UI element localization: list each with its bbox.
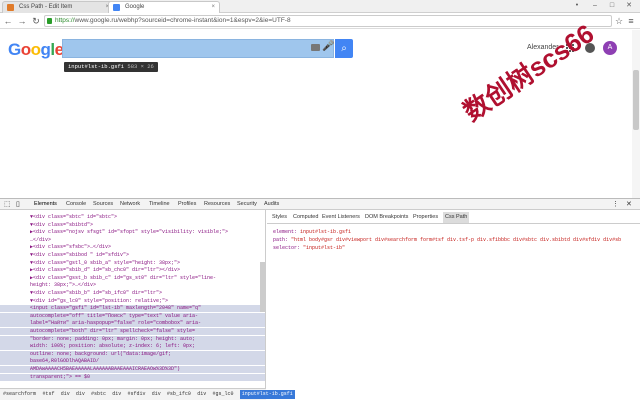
lock-icon bbox=[47, 18, 52, 24]
close-tab-icon[interactable]: × bbox=[211, 2, 215, 13]
reload-button[interactable]: ↻ bbox=[30, 15, 42, 27]
tab-properties[interactable]: Properties bbox=[413, 212, 438, 223]
tab-css-path[interactable]: Css Path - Edit Item × bbox=[2, 1, 114, 13]
avatar[interactable]: A bbox=[603, 41, 617, 55]
breadcrumb-item[interactable]: div bbox=[76, 390, 85, 399]
css-path-path-line: path: "html body#gsr div#viewport div#se… bbox=[273, 237, 622, 243]
address-bar[interactable]: https://www.google.ru/webhp?sourceid=chr… bbox=[44, 15, 612, 27]
breadcrumb-item[interactable]: div bbox=[61, 390, 70, 399]
google-logo[interactable]: Google bbox=[8, 40, 64, 60]
tooltip-selector: input#lst-ib.gsfi bbox=[68, 63, 125, 70]
tab-audits[interactable]: Audits bbox=[264, 199, 279, 210]
user-icon[interactable]: • bbox=[570, 1, 584, 11]
tab-title: Google bbox=[125, 4, 145, 10]
breadcrumb-item[interactable]: #sfdiv bbox=[127, 390, 145, 399]
breadcrumb-item[interactable]: #sb_ifc0 bbox=[167, 390, 191, 399]
tooltip-size: 583 × 26 bbox=[127, 63, 154, 70]
dom-node-line[interactable]: transparent;"> == $0 bbox=[0, 373, 265, 381]
back-button[interactable]: ← bbox=[2, 15, 14, 27]
google-favicon-icon bbox=[113, 4, 120, 11]
mic-icon[interactable]: 🎤 bbox=[322, 41, 334, 52]
browser-toolbar: ← → ↻ https://www.google.ru/webhp?source… bbox=[0, 13, 640, 29]
favicon-icon bbox=[7, 4, 14, 11]
tab-google[interactable]: Google × bbox=[108, 1, 220, 13]
dom-node-line[interactable]: ▼<div class="gstl_0 sbib_a" style="heigh… bbox=[0, 260, 265, 267]
dom-node-line[interactable]: "border: none; padding: 0px; margin: 0px… bbox=[0, 335, 265, 343]
dom-node-line[interactable]: AMDAwAAAACH5BAEAAAAALAAAAAABAAEAAAICRAEA… bbox=[0, 366, 265, 373]
tab-console[interactable]: Console bbox=[66, 199, 86, 210]
dom-node-line[interactable]: ▼<div class="sbibtd"> bbox=[0, 222, 265, 229]
sidebar-tabs: Styles Computed Event Listeners DOM Brea… bbox=[267, 212, 640, 224]
dom-node-line[interactable]: ▶<div class="sfsbc">…</div> bbox=[0, 244, 265, 251]
breadcrumb-item[interactable]: div bbox=[197, 390, 206, 399]
dom-node-line[interactable]: label="Найти" aria-haspopup="false" role… bbox=[0, 320, 265, 328]
inspect-icon[interactable]: ⬚ bbox=[4, 199, 11, 210]
dom-node-line[interactable]: base64,R0lGODlhAQABAID/ bbox=[0, 358, 265, 366]
dom-node-line[interactable]: <input class="gsfi" id="lst-ib" maxlengt… bbox=[0, 305, 265, 313]
page-scrollbar-thumb[interactable] bbox=[633, 70, 639, 130]
breadcrumb: #searchform #tsf div div #sbtc div #sfdiv div #s… bbox=[0, 388, 295, 400]
dom-node-line[interactable]: ▼<div id="gs_lc0" style="position: relat… bbox=[0, 298, 265, 305]
url-scheme: https:// bbox=[55, 17, 75, 24]
css-path-element-line: element: input#lst-ib.gsfi bbox=[273, 229, 352, 235]
forward-button[interactable]: → bbox=[16, 15, 28, 27]
dom-node-line[interactable]: autocomplete="both" dir="ltr" spellcheck… bbox=[0, 328, 265, 335]
minimize-button[interactable]: – bbox=[588, 1, 602, 11]
more-icon[interactable]: ⋮ bbox=[612, 199, 619, 210]
search-box: 🎤 bbox=[62, 39, 334, 58]
dom-node-line[interactable]: height: 38px;">…</div> bbox=[0, 282, 265, 289]
dom-node-line[interactable]: ▼<div class="sbtc" id="sbtc"> bbox=[0, 214, 265, 221]
tab-network[interactable]: Network bbox=[120, 199, 140, 210]
devtools-tabbar: ⬚ ▯ Elements Console Sources Network Tim… bbox=[0, 198, 640, 212]
tab-sources[interactable]: Sources bbox=[93, 199, 113, 210]
tab-strip: Css Path - Edit Item × Google × • – □ ✕ bbox=[0, 0, 640, 13]
device-icon[interactable]: ▯ bbox=[16, 199, 20, 210]
maximize-button[interactable]: □ bbox=[605, 1, 619, 11]
search-input[interactable] bbox=[63, 40, 303, 57]
breadcrumb-item[interactable]: #searchform bbox=[3, 390, 36, 399]
dom-node-line[interactable]: outline: none; background: url("data:ima… bbox=[0, 350, 265, 358]
dom-node-line[interactable]: autocomplete="off" title="Поиск" type="t… bbox=[0, 312, 265, 320]
tab-styles[interactable]: Styles bbox=[272, 212, 287, 223]
breadcrumb-item[interactable]: div bbox=[112, 390, 121, 399]
tab-profiles[interactable]: Profiles bbox=[178, 199, 196, 210]
close-devtools-icon[interactable]: ✕ bbox=[626, 199, 632, 210]
breadcrumb-item[interactable]: div bbox=[152, 390, 161, 399]
breadcrumb-item[interactable]: #sbtc bbox=[91, 390, 106, 399]
search-button[interactable]: ⌕ bbox=[335, 39, 353, 58]
close-window-button[interactable]: ✕ bbox=[622, 1, 636, 11]
menu-icon[interactable]: ≡ bbox=[626, 15, 636, 27]
dom-node-line[interactable]: ▶<div class="nojsv sfsgt" id="sfopt" sty… bbox=[0, 229, 265, 236]
breadcrumb-item[interactable]: #gs_lc0 bbox=[212, 390, 233, 399]
breadcrumb-item[interactable]: #tsf bbox=[43, 390, 55, 399]
css-path-selector-line: selector: "input#lst-ib" bbox=[273, 245, 346, 251]
tab-css-path[interactable]: Css Path bbox=[443, 212, 470, 223]
dom-node-line[interactable]: ▶<div class="gsst_b sbib_c" id="gs_st0" … bbox=[0, 275, 265, 282]
breadcrumb-item[interactable]: input#lst-ib.gsfi bbox=[239, 390, 295, 399]
tab-dom-breakpoints[interactable]: DOM Breakpoints bbox=[365, 212, 408, 223]
url-text: www.google.ru/webhp?sourceid=chrome-inst… bbox=[74, 17, 291, 24]
tab-event-listeners[interactable]: Event Listeners bbox=[322, 212, 360, 223]
tab-title: Css Path - Edit Item bbox=[19, 4, 73, 10]
dom-tree[interactable]: ▼<div class="sbtc" id="sbtc"> ▼<div clas… bbox=[0, 210, 266, 388]
dom-node-line[interactable]: ▼<div class="sbibod " id="sfdiv"> bbox=[0, 252, 265, 259]
star-icon[interactable]: ☆ bbox=[614, 15, 624, 27]
tab-computed[interactable]: Computed bbox=[293, 212, 318, 223]
tab-timeline[interactable]: Timeline bbox=[149, 199, 170, 210]
tab-resources[interactable]: Resources bbox=[204, 199, 230, 210]
dom-node-line[interactable]: …</div> bbox=[0, 237, 265, 244]
dom-node-line[interactable]: ▼<div class="sbib_b" id="sb_ifc0" dir="l… bbox=[0, 290, 265, 297]
tab-security[interactable]: Security bbox=[237, 199, 257, 210]
inspect-tooltip: input#lst-ib.gsfi 583 × 26 bbox=[64, 62, 158, 72]
dom-node-line[interactable]: width: 100%; position: absolute; z-index… bbox=[0, 343, 265, 351]
watermark: 数创树scs66 bbox=[457, 18, 600, 128]
dom-scrollbar[interactable] bbox=[260, 262, 265, 312]
dom-node-line[interactable]: ▶<div class="sbib_d" id="sb_chc0" dir="l… bbox=[0, 267, 265, 274]
keyboard-icon[interactable] bbox=[311, 44, 320, 51]
